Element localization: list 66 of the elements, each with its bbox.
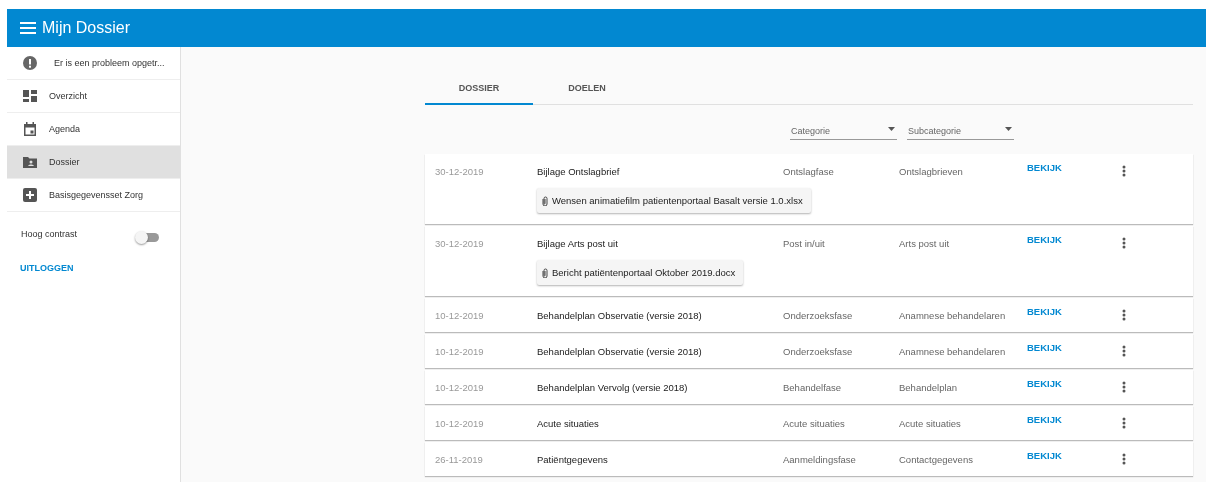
- menu-icon: [20, 22, 36, 34]
- sidebar-item[interactable]: Er is een probleem opgetr...: [7, 47, 180, 80]
- caret-icon: [1005, 127, 1012, 131]
- sidebar-item[interactable]: Dossier: [7, 146, 180, 179]
- category-text: Acute situaties: [783, 417, 846, 429]
- date-text: 10-12-2019: [435, 381, 485, 393]
- more-icon[interactable]: [1122, 453, 1126, 465]
- dropdown-field[interactable]: Subcategorie: [907, 123, 1014, 140]
- category-text: Aanmeldingsfase: [783, 453, 857, 465]
- view-link[interactable]: BEKIJK: [1027, 414, 1062, 425]
- document-title: Bijlage Arts post uit: [537, 237, 619, 249]
- toggle-switch[interactable]: [135, 231, 159, 244]
- more-icon[interactable]: [1122, 417, 1126, 429]
- more-icon[interactable]: [1122, 345, 1126, 357]
- calendar-icon: [23, 122, 37, 136]
- document-title: Behandelplan Vervolg (versie 2018): [537, 381, 689, 393]
- date-text: 10-12-2019: [435, 309, 485, 321]
- more-icon[interactable]: [1122, 237, 1126, 249]
- date-text: 10-12-2019: [435, 345, 485, 357]
- category-text: Post in/uit: [783, 237, 826, 249]
- dropdown-field[interactable]: Categorie: [790, 123, 897, 140]
- date-text: 30-12-2019: [435, 165, 485, 177]
- document-title: Bijlage Ontslagbrief: [537, 165, 621, 177]
- category-text: Ontslagfase: [783, 165, 835, 177]
- document-title: Acute situaties: [537, 417, 600, 429]
- subcategory-text: Acute situaties: [899, 417, 962, 429]
- logout-link[interactable]: UITLOGGEN: [20, 263, 74, 273]
- more-icon[interactable]: [1122, 165, 1126, 177]
- folder-icon: [23, 155, 37, 169]
- view-link[interactable]: BEKIJK: [1027, 342, 1062, 353]
- document-title: Patiëntgegevens: [537, 453, 609, 465]
- date-text: 30-12-2019: [435, 237, 485, 249]
- view-link[interactable]: BEKIJK: [1027, 162, 1062, 173]
- app-title: Mijn Dossier: [42, 19, 130, 37]
- dashboard-icon: [23, 89, 37, 103]
- subcategory-text: Behandelplan: [899, 381, 959, 393]
- view-link[interactable]: BEKIJK: [1027, 234, 1062, 245]
- attachment-chip[interactable]: Wensen animatiefilm patientenportaal Basalt versie 1.0.xlsx: [537, 188, 811, 213]
- plus-icon: [23, 188, 37, 202]
- toggle-label: Hoog contrast: [21, 229, 78, 239]
- subcategory-text: Anamnese behandelaren: [899, 309, 1007, 321]
- attachment-chip[interactable]: Bericht patiëntenportaal Oktober 2019.docx: [537, 260, 744, 285]
- caret-icon: [888, 127, 895, 131]
- subcategory-text: Contactgegevens: [899, 453, 974, 465]
- date-text: 26-11-2019: [435, 453, 484, 465]
- sidebar-item[interactable]: Overzicht: [7, 80, 180, 113]
- subcategory-text: Anamnese behandelaren: [899, 345, 1007, 357]
- category-text: Behandelfase: [783, 381, 843, 393]
- view-link[interactable]: BEKIJK: [1027, 450, 1062, 461]
- more-icon[interactable]: [1122, 381, 1126, 393]
- date-text: 10-12-2019: [435, 417, 485, 429]
- category-text: Onderzoeksfase: [783, 345, 854, 357]
- document-title: Behandelplan Observatie (versie 2018): [537, 345, 703, 357]
- document-title: Behandelplan Observatie (versie 2018): [537, 309, 703, 321]
- subcategory-text: Arts post uit: [899, 237, 951, 249]
- category-text: Onderzoeksfase: [783, 309, 854, 321]
- subcategory-text: Ontslagbrieven: [899, 165, 964, 177]
- view-link[interactable]: BEKIJK: [1027, 306, 1062, 317]
- tab[interactable]: DOSSIER: [425, 73, 533, 105]
- paperclip-icon: [542, 195, 548, 206]
- more-icon[interactable]: [1122, 309, 1126, 321]
- paperclip-icon: [542, 267, 548, 278]
- sidebar-item[interactable]: Basisgegevensset Zorg: [7, 179, 180, 212]
- view-link[interactable]: BEKIJK: [1027, 378, 1062, 389]
- alert-icon: [23, 56, 37, 70]
- tab[interactable]: DOELEN: [533, 73, 641, 105]
